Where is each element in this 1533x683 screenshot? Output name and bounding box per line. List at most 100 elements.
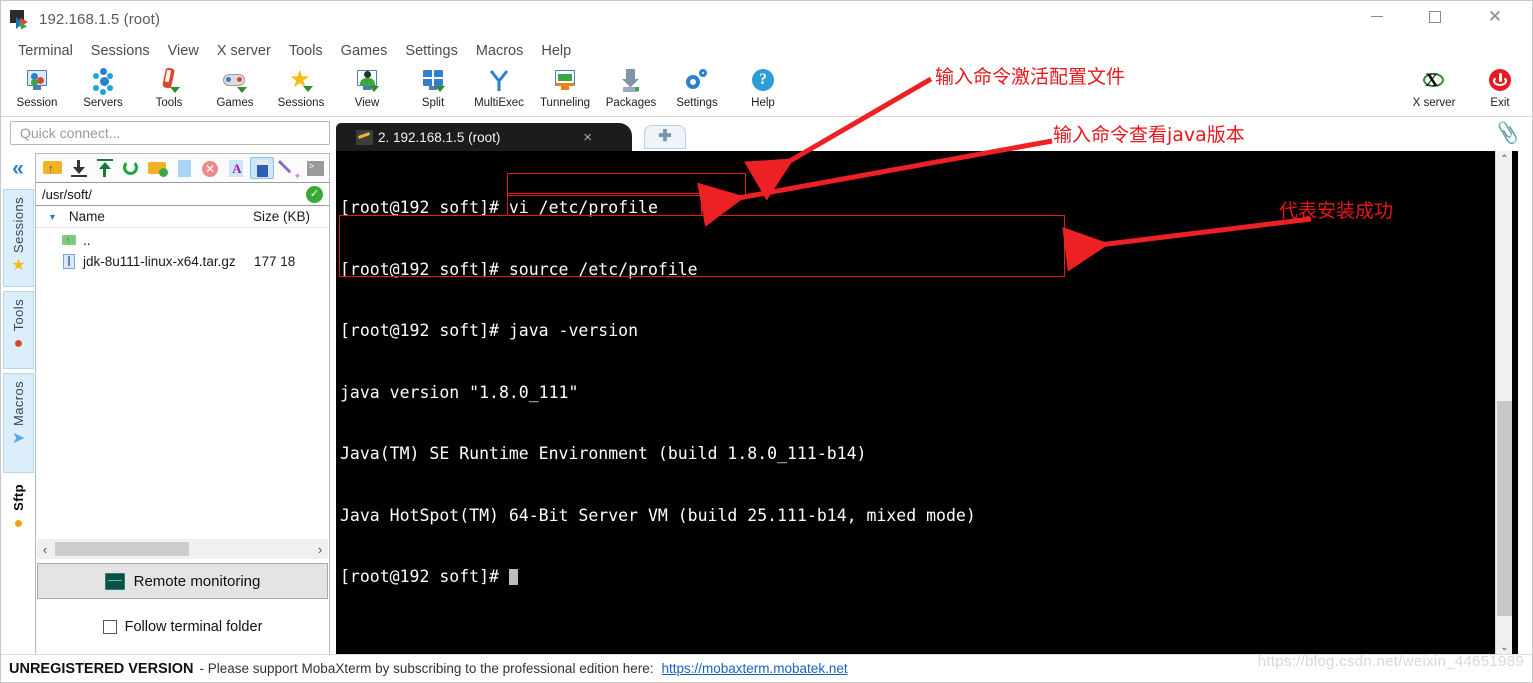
- delete-icon[interactable]: ✕: [198, 157, 221, 179]
- scroll-right-arrow[interactable]: ›: [312, 542, 328, 557]
- follow-terminal-folder-checkbox[interactable]: [102, 620, 117, 634]
- sidebar-item-macros[interactable]: Macros ➤: [3, 373, 34, 473]
- sftp-column-headers: ▼ Name Size (KB): [36, 206, 329, 228]
- maximize-button[interactable]: [1412, 1, 1458, 32]
- menu-item-terminal[interactable]: Terminal: [9, 41, 82, 61]
- terminal-line: Java(TM) SE Runtime Environment (build 1…: [340, 444, 867, 463]
- menu-item-tools[interactable]: Tools: [280, 41, 332, 61]
- scroll-thumb[interactable]: [55, 542, 189, 556]
- toolbar-label: Servers: [83, 97, 123, 109]
- scroll-thumb[interactable]: [1497, 401, 1512, 616]
- parent-folder-icon: ↑: [62, 233, 77, 248]
- permissions-wand-icon[interactable]: ✦: [277, 157, 301, 181]
- sidebar-item-label: Macros: [11, 381, 26, 427]
- tools-icon: [156, 67, 182, 94]
- menu-item-view[interactable]: View: [159, 41, 208, 61]
- toolbar-button-x-server[interactable]: X X server: [1400, 66, 1468, 116]
- side-tab-strip: « Sessions ★ Tools ● Macros ➤ Sftp ●: [1, 153, 35, 545]
- archive-file-icon: [62, 254, 77, 269]
- toolbar-label: Packages: [605, 97, 657, 109]
- annotation-label-check-java-version: 输入命令查看java版本: [1053, 124, 1245, 146]
- new-folder-icon[interactable]: [146, 157, 169, 179]
- column-header-size[interactable]: Size (KB): [253, 209, 329, 224]
- quick-connect-input[interactable]: Quick connect...: [10, 121, 330, 145]
- column-header-name[interactable]: Name: [69, 209, 253, 224]
- sftp-horizontal-scrollbar[interactable]: ‹ ›: [37, 539, 328, 559]
- upload-icon[interactable]: [93, 157, 116, 179]
- multiexec-glyph: [489, 70, 509, 91]
- annotation-label-install-success: 代表安装成功: [1279, 200, 1394, 222]
- toolbar-button-tools[interactable]: Tools: [135, 66, 203, 116]
- terminal-line: java version "1.8.0_111": [340, 382, 579, 402]
- toolbar-button-help[interactable]: ? Help: [729, 66, 797, 116]
- paperclip-icon[interactable]: 📎: [1494, 121, 1521, 146]
- download-icon[interactable]: [67, 157, 90, 179]
- toolbar-button-tunneling[interactable]: Tunneling: [531, 66, 599, 116]
- sidebar-item-tools[interactable]: Tools ●: [3, 291, 34, 369]
- paper-plane-icon: ➤: [11, 430, 26, 448]
- servers-icon: [90, 68, 116, 95]
- sftp-path-value: /usr/soft/: [42, 186, 92, 202]
- toolbar-button-settings[interactable]: Settings: [663, 66, 731, 116]
- toolbar-label: MultiExec: [474, 97, 524, 109]
- sort-caret-icon[interactable]: ▼: [48, 212, 57, 222]
- toolbar-button-split[interactable]: Split: [399, 66, 467, 116]
- menu-item-sessions[interactable]: Sessions: [82, 41, 159, 61]
- settings-gear-icon: [684, 68, 710, 94]
- terminal-line: [root@192 soft]# java -version: [340, 321, 639, 340]
- sidebar-item-label: Sftp: [11, 484, 26, 511]
- new-file-icon[interactable]: [172, 157, 195, 179]
- sidebar-item-label: Tools: [11, 299, 26, 332]
- menu-item-x-server[interactable]: X server: [208, 41, 280, 61]
- refresh-icon[interactable]: [120, 157, 143, 179]
- sidebar-item-sftp[interactable]: Sftp ●: [3, 477, 34, 545]
- menu-item-macros[interactable]: Macros: [467, 41, 533, 61]
- toolbar-button-session[interactable]: Session: [3, 66, 71, 116]
- remote-monitoring-button[interactable]: Remote monitoring: [37, 563, 328, 599]
- quick-connect-placeholder: Quick connect...: [20, 125, 121, 141]
- table-row[interactable]: ↑ ..: [36, 230, 329, 251]
- toolbar-button-exit[interactable]: Exit: [1466, 66, 1532, 116]
- toolbar-label: Session: [16, 97, 58, 109]
- terminal-tab-close-icon[interactable]: ×: [583, 129, 592, 146]
- file-size: 177 18: [254, 254, 296, 269]
- toolbar-label: X server: [1412, 97, 1456, 109]
- mobaxterm-website-link[interactable]: https://mobaxterm.mobatek.net: [662, 661, 848, 676]
- toolbar-label: Tools: [155, 97, 183, 109]
- toolbar-button-servers[interactable]: Servers: [69, 66, 137, 116]
- terminal-tab[interactable]: 2. 192.168.1.5 (root) ×: [336, 123, 632, 151]
- terminal-tab-strip: 2. 192.168.1.5 (root) × ✚: [336, 121, 1518, 151]
- scroll-left-arrow[interactable]: ‹: [37, 542, 53, 557]
- sftp-path-bar[interactable]: /usr/soft/ ✓: [36, 182, 329, 206]
- file-preview-icon[interactable]: [250, 157, 274, 179]
- sidebar-item-sessions[interactable]: Sessions ★: [3, 189, 34, 287]
- split-icon: [420, 68, 446, 94]
- toolbar-button-multiexec[interactable]: MultiExec: [465, 66, 533, 116]
- toolbar-button-view[interactable]: View: [333, 66, 401, 116]
- mobaxterm-window: 192.168.1.5 (root) ✕ Terminal Sessions V…: [0, 0, 1533, 683]
- view-icon: [354, 68, 380, 94]
- toolbar-label: Help: [751, 97, 775, 109]
- menu-item-games[interactable]: Games: [332, 41, 397, 61]
- minimize-button[interactable]: [1354, 1, 1400, 32]
- toolbar-button-packages[interactable]: Packages: [597, 66, 665, 116]
- x-server-icon: X: [1421, 68, 1447, 94]
- terminal-cmd-icon[interactable]: >: [303, 157, 326, 179]
- table-row[interactable]: jdk-8u111-linux-x64.tar.gz 177 18: [36, 251, 329, 272]
- rename-text-icon[interactable]: A: [224, 157, 247, 179]
- menu-item-settings[interactable]: Settings: [396, 41, 466, 61]
- toolbar-label: Settings: [676, 97, 718, 109]
- collapse-sidebar-button[interactable]: «: [5, 153, 31, 185]
- close-button[interactable]: ✕: [1472, 1, 1518, 32]
- toolbar-button-games[interactable]: Games: [201, 66, 269, 116]
- new-tab-button[interactable]: ✚: [644, 125, 686, 149]
- go-up-folder-icon[interactable]: ↑: [41, 157, 64, 179]
- games-icon: [222, 68, 248, 94]
- sftp-toolbar: ↑ ✕ A ✦ >: [36, 154, 329, 182]
- menu-item-help[interactable]: Help: [532, 41, 580, 61]
- terminal-scrollbar[interactable]: ⌃ ⌄: [1495, 151, 1512, 656]
- follow-terminal-folder-row[interactable]: Follow terminal folder: [37, 613, 328, 641]
- toolbar-button-sessions[interactable]: ★ Sessions: [267, 66, 335, 116]
- mobaxterm-logo-icon: [10, 9, 30, 30]
- scroll-up-arrow[interactable]: ⌃: [1496, 151, 1513, 168]
